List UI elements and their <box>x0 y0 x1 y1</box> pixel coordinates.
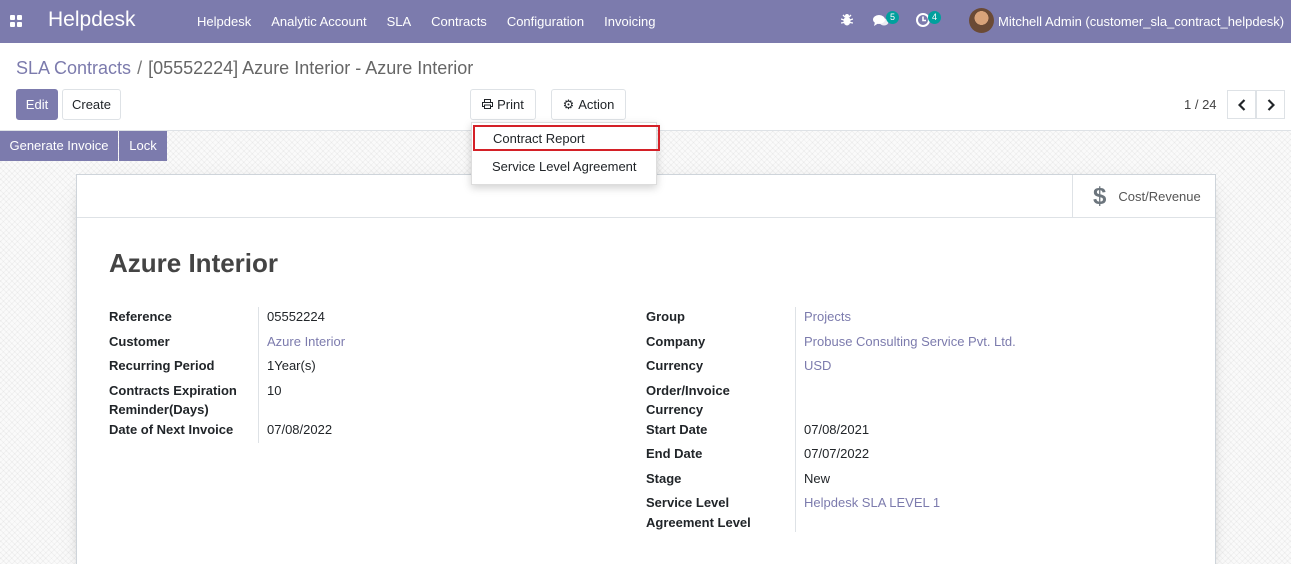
reference-value: 05552224 <box>267 309 325 324</box>
pager-value[interactable]: 1 / 24 <box>1184 97 1217 112</box>
customer-link[interactable]: Azure Interior <box>267 332 345 351</box>
end-date-label: End Date <box>646 446 703 461</box>
expiration-reminder-label-line2: Reminder(Days) <box>109 402 209 417</box>
print-dropdown-menu: Contract Report Service Level Agreement <box>471 122 660 185</box>
dollar-icon: $ <box>1093 182 1107 210</box>
messages-count-badge: 5 <box>886 11 899 24</box>
form-sheet: $ Cost/Revenue Azure Interior Reference … <box>76 174 1216 564</box>
print-icon <box>482 90 494 119</box>
gear-icon: ⚙ <box>562 97 575 112</box>
print-button-label: Print <box>497 97 524 112</box>
user-menu[interactable]: Mitchell Admin (customer_sla_contract_he… <box>998 14 1284 29</box>
reference-label: Reference <box>109 309 172 324</box>
next-invoice-date-value: 07/08/2022 <box>267 422 333 437</box>
recurring-period-label: Recurring Period <box>109 358 215 373</box>
breadcrumb-sla-contracts[interactable]: SLA Contracts <box>16 58 131 78</box>
customer-label: Customer <box>109 334 170 349</box>
currency-label: Currency <box>646 358 704 373</box>
apps-menu-icon[interactable] <box>10 15 22 27</box>
app-brand[interactable]: Helpdesk <box>48 8 136 32</box>
next-invoice-date-label: Date of Next Invoice <box>109 422 234 437</box>
breadcrumb: SLA Contracts / [05552224] Azure Interior … <box>16 58 473 79</box>
main-menu: Helpdesk Analytic Account SLA Contracts … <box>187 0 665 43</box>
sla-level-link[interactable]: Helpdesk SLA LEVEL 1 <box>804 493 940 512</box>
cost-revenue-button[interactable]: $ Cost/Revenue <box>1072 175 1215 218</box>
create-button[interactable]: Create <box>62 89 121 120</box>
activities-count-badge: 4 <box>928 11 941 24</box>
menu-item-sla[interactable]: SLA <box>377 0 422 43</box>
company-link[interactable]: Probuse Consulting Service Pvt. Ltd. <box>804 332 1016 351</box>
currency-link[interactable]: USD <box>804 356 831 375</box>
group-link[interactable]: Projects <box>804 307 851 326</box>
menu-item-configuration[interactable]: Configuration <box>497 0 594 43</box>
expiration-reminder-value: 10 <box>267 383 282 398</box>
chevron-left-icon <box>1237 98 1245 111</box>
action-button[interactable]: ⚙ Action <box>551 89 626 120</box>
debug-bug-icon[interactable] <box>840 13 854 30</box>
company-label: Company <box>646 334 706 349</box>
order-invoice-currency-label-line1: Order/Invoice <box>646 383 730 398</box>
breadcrumb-current-record: [05552224] Azure Interior - Azure Interi… <box>148 58 474 78</box>
record-title: Azure Interior <box>109 248 279 278</box>
menu-item-invoicing[interactable]: Invoicing <box>594 0 665 43</box>
recurring-period-value: 1Year(s) <box>267 358 316 373</box>
expiration-reminder-label-line1: Contracts Expiration <box>109 383 237 398</box>
print-menu-item-contract-report[interactable]: Contract Report <box>473 125 660 151</box>
start-date-value: 07/08/2021 <box>804 422 870 437</box>
left-group-divider <box>258 307 259 443</box>
order-invoice-currency-label-line2: Currency <box>646 402 704 417</box>
pager-next-button[interactable] <box>1256 90 1285 119</box>
group-label: Group <box>646 309 685 324</box>
generate-invoice-button[interactable]: Generate Invoice <box>0 131 118 161</box>
end-date-value: 07/07/2022 <box>804 446 870 461</box>
pager-previous-button[interactable] <box>1227 90 1256 119</box>
create-button-label: Create <box>71 97 112 112</box>
sla-level-label-line2: Agreement Level <box>646 515 751 530</box>
chevron-right-icon <box>1267 98 1275 111</box>
stage-value: New <box>804 471 831 486</box>
action-button-label: Action <box>578 97 615 112</box>
sla-level-label-line1: Service Level <box>646 495 730 510</box>
edit-button[interactable]: Edit <box>16 89 58 120</box>
menu-item-contracts[interactable]: Contracts <box>421 0 497 43</box>
breadcrumb-separator: / <box>137 58 143 78</box>
stage-label: Stage <box>646 471 682 486</box>
cost-revenue-label: Cost/Revenue <box>1118 189 1201 204</box>
user-avatar[interactable] <box>969 8 994 33</box>
lock-button[interactable]: Lock <box>119 131 167 161</box>
menu-item-helpdesk[interactable]: Helpdesk <box>187 0 261 43</box>
start-date-label: Start Date <box>646 422 708 437</box>
menu-item-analytic-account[interactable]: Analytic Account <box>261 0 376 43</box>
print-button[interactable]: Print <box>470 89 536 120</box>
print-menu-item-service-level-agreement[interactable]: Service Level Agreement <box>472 154 658 180</box>
right-group-divider <box>795 307 796 532</box>
top-navbar: Helpdesk Helpdesk Analytic Account SLA C… <box>0 0 1291 43</box>
